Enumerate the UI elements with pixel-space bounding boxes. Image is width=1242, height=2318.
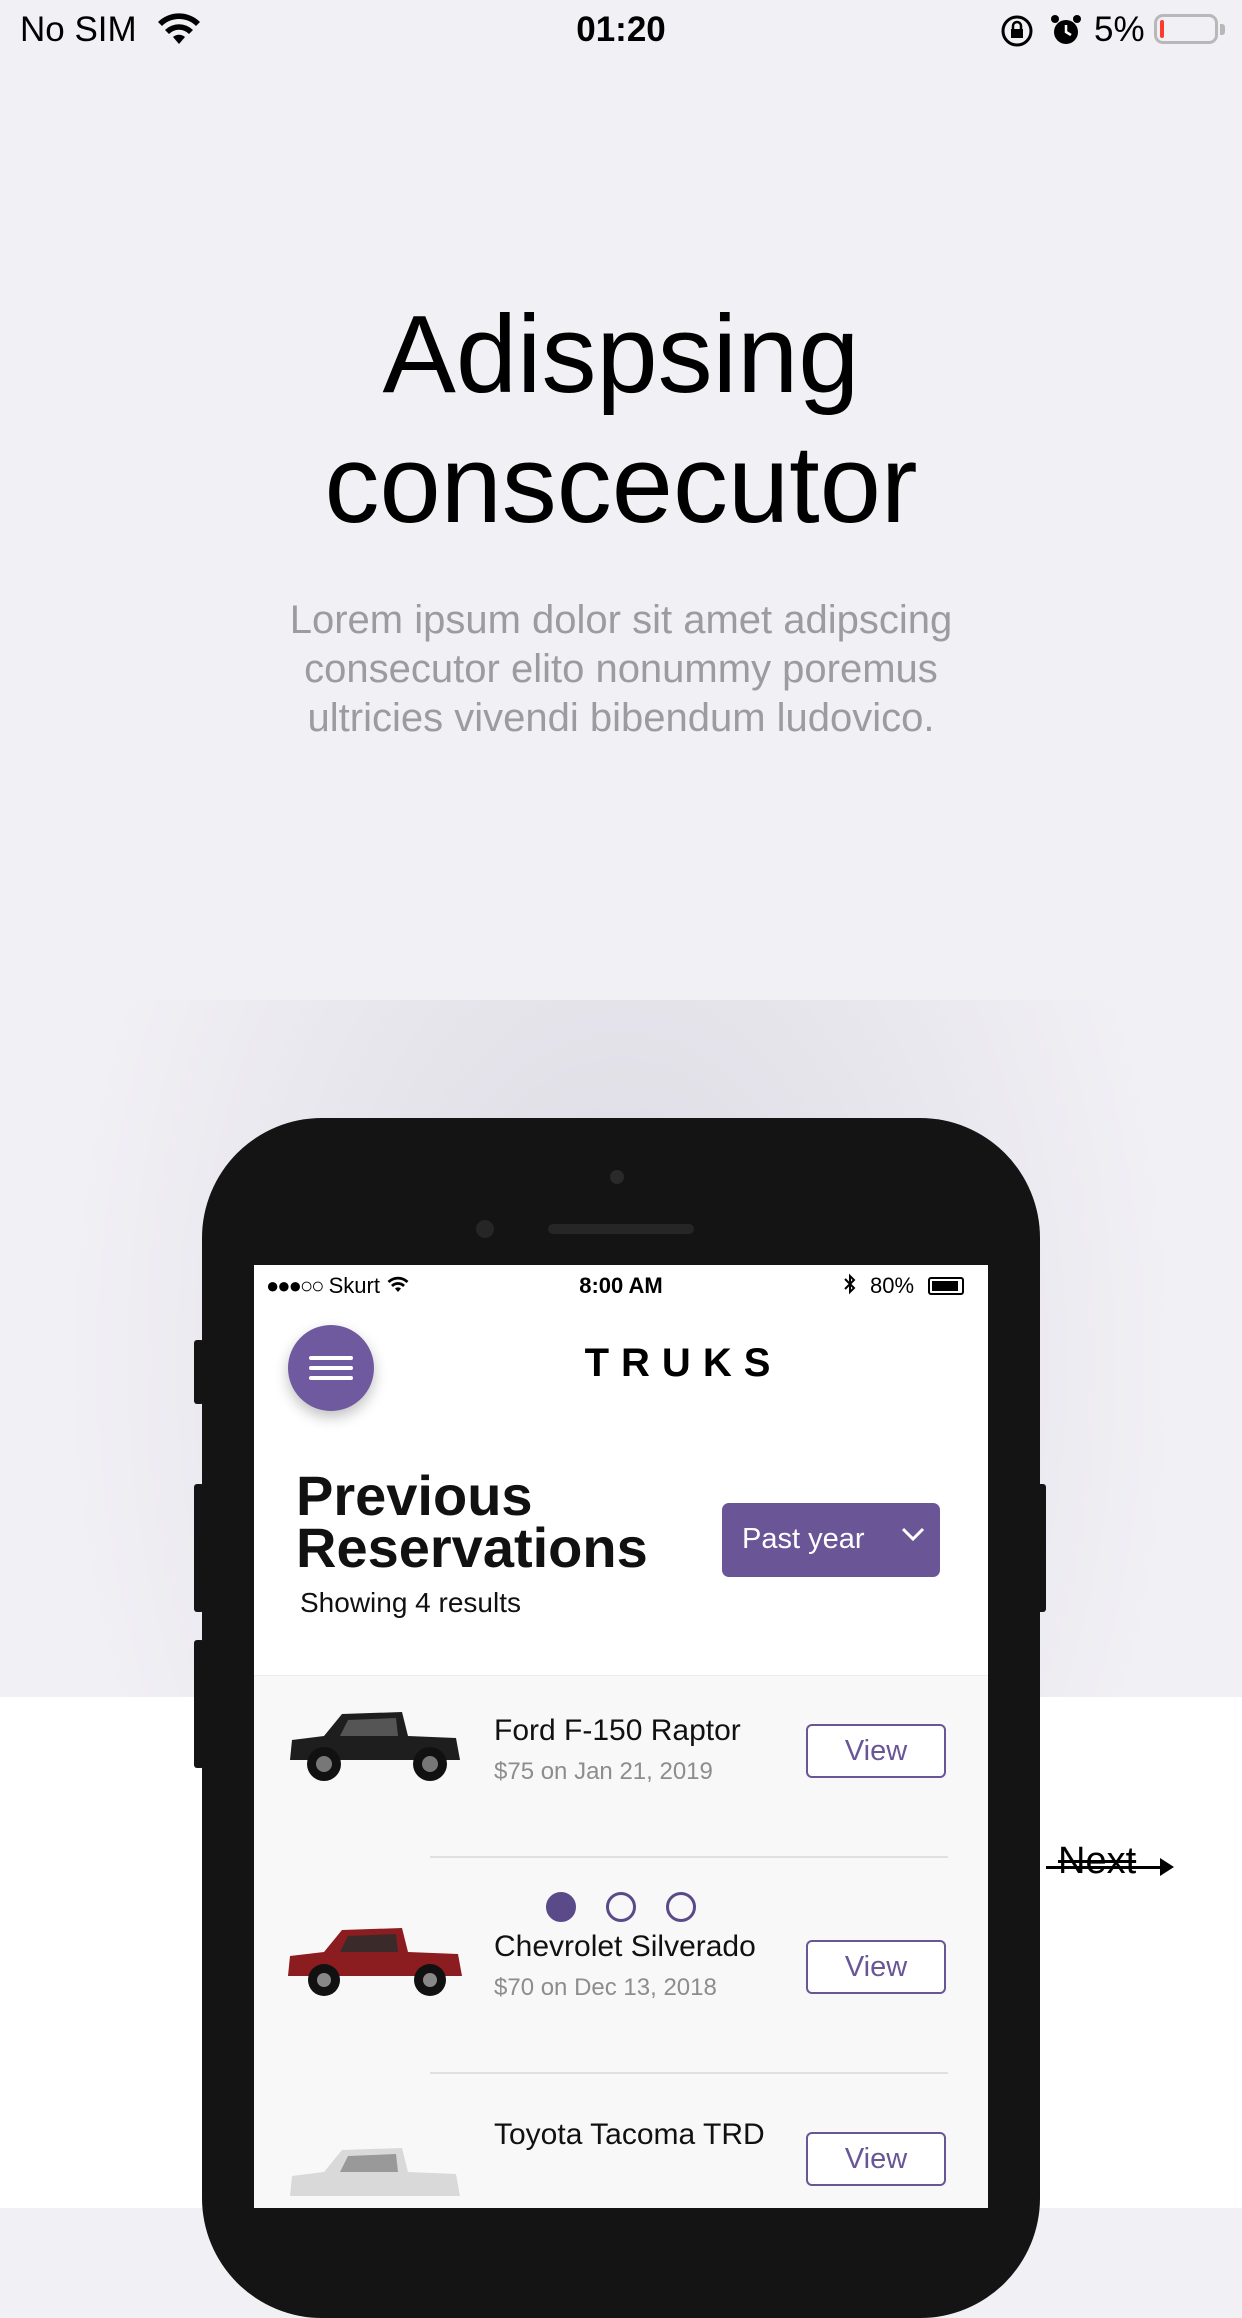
truck-image xyxy=(288,1928,462,1996)
list-item: Toyota Tacoma TRD View xyxy=(254,2112,988,2208)
phone-camera xyxy=(610,1170,624,1184)
phone-speaker xyxy=(548,1224,694,1234)
view-button[interactable]: View xyxy=(806,2132,946,2186)
orientation-lock-icon xyxy=(1000,14,1034,57)
onboarding-subtitle: Lorem ipsum dolor sit amet adipscing con… xyxy=(240,596,1002,743)
mockup-battery-percent: 80% xyxy=(870,1273,915,1298)
mockup-status-bar: ●●●○○ Skurt 8:00 AM 80% xyxy=(254,1265,988,1305)
view-button[interactable]: View xyxy=(806,1724,946,1778)
headline-line-1: Adispsing xyxy=(382,293,860,416)
list-item: Ford F-150 Raptor $75 on Jan 21, 2019 Vi… xyxy=(254,1676,988,1846)
period-filter-label: Past year xyxy=(742,1523,865,1555)
phone-sensor xyxy=(476,1220,494,1238)
page-dot-2[interactable] xyxy=(606,1892,636,1922)
mockup-screen: ●●●○○ Skurt 8:00 AM 80% TRUKS Previous R… xyxy=(254,1265,988,2208)
truck-image xyxy=(290,1712,460,1781)
subtitle-line-3: ultricies vivendi bibendum ludovico. xyxy=(307,696,935,740)
divider xyxy=(430,2072,948,2074)
result-count: Showing 4 results xyxy=(300,1587,522,1618)
page-title-line-1: Previous xyxy=(296,1464,533,1527)
onboarding-headline: Adispsing conscecutor xyxy=(0,290,1242,550)
brand-logo: TRUKS xyxy=(584,1341,783,1385)
subtitle-line-1: Lorem ipsum dolor sit amet adipscing xyxy=(289,598,953,642)
page-title-line-2: Reservations xyxy=(296,1516,648,1579)
view-button[interactable]: View xyxy=(806,1940,946,1994)
alarm-icon xyxy=(1048,12,1084,57)
page-dot-3[interactable] xyxy=(666,1892,696,1922)
headline-line-2: conscecutor xyxy=(324,423,918,546)
page-dot-1[interactable] xyxy=(546,1892,576,1922)
divider xyxy=(430,1856,948,1858)
vehicle-name: Chevrolet Silverado xyxy=(494,1930,756,1963)
bluetooth-icon xyxy=(842,1273,858,1301)
mockup-battery-icon xyxy=(928,1277,964,1295)
battery-icon xyxy=(1154,14,1225,44)
reservation-list: Ford F-150 Raptor $75 on Jan 21, 2019 Vi… xyxy=(254,1675,988,2208)
vehicle-name: Toyota Tacoma TRD xyxy=(494,2118,765,2151)
page-title: Previous Reservations xyxy=(296,1464,648,1579)
reservation-detail: $70 on Dec 13, 2018 xyxy=(494,1974,717,2001)
status-bar: No SIM 01:20 5% xyxy=(0,0,1242,62)
reservation-detail: $75 on Jan 21, 2019 xyxy=(494,1758,713,1785)
chevron-down-icon xyxy=(900,1519,926,1557)
arrow-right-icon xyxy=(1046,1858,1174,1876)
page-indicator xyxy=(546,1892,696,1922)
vehicle-name: Ford F-150 Raptor xyxy=(494,1714,741,1747)
next-button[interactable]: Next xyxy=(1058,1840,1136,1883)
battery-percent: 5% xyxy=(1094,10,1145,49)
truck-image xyxy=(290,2148,460,2196)
period-filter-dropdown[interactable]: Past year xyxy=(722,1503,940,1577)
subtitle-line-2: consecutor elito nonummy poremus xyxy=(304,647,938,691)
